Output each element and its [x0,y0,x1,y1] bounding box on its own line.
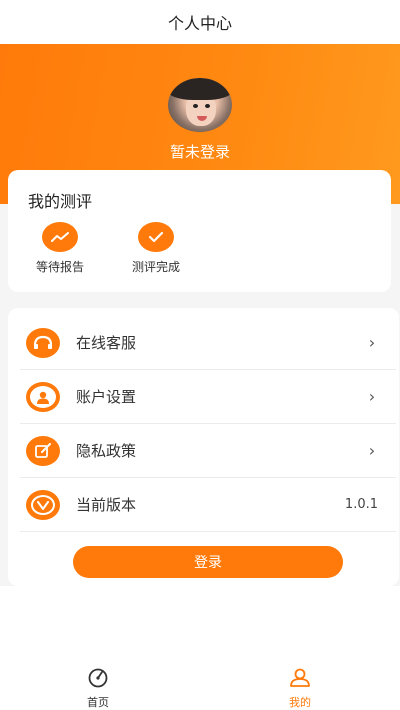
home-icon [88,668,108,688]
menu-item-label: 账户设置 [76,388,137,406]
tab-mine[interactable]: 我的 [260,666,340,710]
evaluation-card: 我的测评 等待报告 测评完成 [8,170,391,292]
login-status[interactable]: 暂未登录 [0,141,400,162]
eval-item-waiting-report[interactable]: 等待报告 [20,222,100,275]
menu-item-label: 隐私政策 [76,442,137,460]
eval-item-completed[interactable]: 测评完成 [116,222,196,275]
menu-item-current-version[interactable]: 当前版本 1.0.1 [20,478,396,532]
menu-item-privacy-policy[interactable]: 隐私政策 › [20,424,396,478]
eval-item-label: 等待报告 [35,260,84,274]
bottom-tab-bar: 首页 我的 [0,662,400,710]
trend-icon [42,222,78,252]
chevron-right-icon: › [368,387,376,406]
avatar[interactable] [168,78,232,132]
tab-home[interactable]: 首页 [58,666,138,710]
login-button[interactable]: 登录 [73,546,343,578]
person-icon [290,668,310,687]
user-icon [26,381,60,412]
tab-label: 首页 [87,696,109,709]
check-icon [138,222,174,252]
evaluation-title: 我的测评 [28,192,93,211]
customer-service-icon [26,327,60,358]
page-title: 个人中心 [167,14,232,33]
menu-item-label: 当前版本 [76,496,137,514]
menu-item-account-settings[interactable]: 账户设置 › [20,370,396,424]
tab-label: 我的 [289,696,311,709]
chevron-right-icon: › [368,441,376,460]
menu-item-customer-service[interactable]: 在线客服 › [20,316,396,370]
edit-icon [26,435,60,466]
version-icon [26,489,60,520]
version-number: 1.0.1 [344,497,378,512]
chevron-right-icon: › [368,333,376,352]
title-bar: 个人中心 [0,0,400,44]
menu-item-label: 在线客服 [76,334,137,352]
menu-card: 在线客服 › 账户设置 › 隐私政策 › 当前版本 1.0.1 [8,308,399,586]
eval-item-label: 测评完成 [131,260,180,274]
